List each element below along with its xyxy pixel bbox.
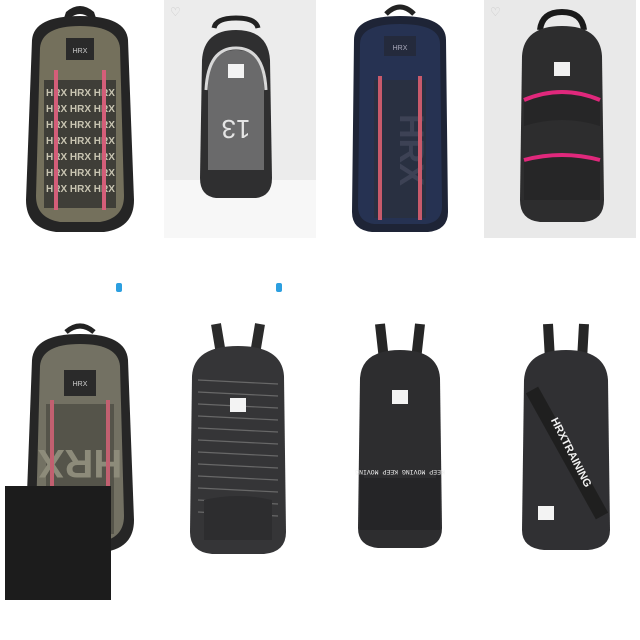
wishlist-heart-icon[interactable]: ♡ [490, 6, 502, 18]
product-card[interactable]: 13 ♡ [160, 0, 320, 320]
product-badge [276, 283, 282, 292]
product-card[interactable]: KEEP MOVING KEEP MOVING [320, 320, 480, 640]
product-card[interactable]: ♡ [480, 0, 640, 320]
product-image[interactable]: HRX HRX [324, 0, 476, 238]
product-badge [116, 283, 122, 292]
svg-text:HRX: HRX [392, 114, 430, 186]
svg-text:HRX: HRX [393, 45, 408, 52]
product-card[interactable]: HRX HRX [320, 0, 480, 320]
svg-text:KEEP MOVING KEEP MOVING: KEEP MOVING KEEP MOVING [355, 468, 445, 475]
product-card[interactable]: HRX HRX HRX HRX HRX HRX HRX HRX HRX HRX HR… [0, 0, 160, 320]
product-card[interactable]: HRXTRAINING [480, 320, 640, 640]
product-image[interactable] [164, 320, 316, 558]
product-image[interactable]: HRXTRAINING [484, 320, 636, 558]
product-image[interactable]: KEEP MOVING KEEP MOVING [324, 320, 476, 558]
svg-text:13: 13 [222, 114, 251, 144]
product-card[interactable] [160, 320, 320, 640]
svg-text:HRX: HRX [73, 48, 88, 55]
product-image[interactable]: 13 [164, 0, 316, 238]
wishlist-heart-icon[interactable]: ♡ [170, 6, 182, 18]
product-image[interactable] [484, 0, 636, 238]
product-image[interactable]: HRX HRX HRX HRX HRX HRX HRX HRX HRX HRX HR… [4, 0, 156, 238]
svg-text:HRX: HRX [73, 381, 88, 388]
black-overlay-block [5, 486, 111, 600]
